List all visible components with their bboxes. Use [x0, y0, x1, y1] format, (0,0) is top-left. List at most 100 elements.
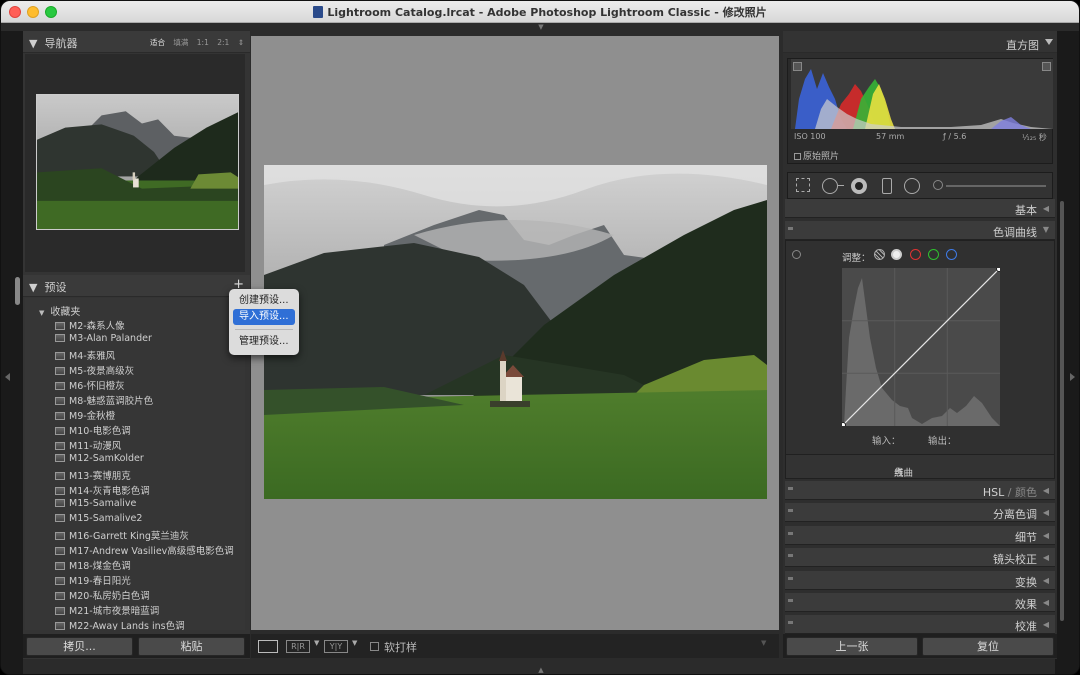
shadow-clipping-icon[interactable]	[793, 62, 802, 71]
section-transform[interactable]: 变换 ◀	[785, 571, 1055, 590]
zoom-stepper-icon[interactable]: ⇕	[238, 38, 244, 47]
hsl-toggle-icon[interactable]	[788, 487, 793, 490]
soft-proof-checkbox[interactable]	[370, 642, 379, 651]
effects-toggle-icon[interactable]	[788, 599, 793, 602]
spot-removal-icon[interactable]	[822, 178, 838, 194]
section-effects[interactable]: 效果 ◀	[785, 593, 1055, 612]
red-eye-icon[interactable]	[851, 178, 867, 194]
section-lens-correction[interactable]: 镜头校正 ◀	[785, 548, 1055, 567]
brush-tool-icon[interactable]	[933, 180, 943, 190]
preset-item[interactable]: M6-怀旧橙灰	[55, 378, 125, 392]
toolbar-menu-chevron-icon[interactable]: ▼	[761, 639, 766, 647]
left-scrollbar[interactable]	[15, 277, 20, 305]
zoom-fill[interactable]: 填满	[173, 38, 188, 47]
preset-item-label: M11-动漫风	[69, 441, 122, 452]
preset-item[interactable]: M11-动漫风	[55, 438, 121, 452]
presets-header[interactable]: ▼ 预设 +	[23, 275, 250, 297]
hsl-title[interactable]: HSL	[983, 486, 1004, 499]
detail-toggle-icon[interactable]	[788, 532, 793, 535]
previous-button[interactable]: 上一张	[786, 637, 918, 656]
preset-item[interactable]: M14-灰青电影色调	[55, 483, 150, 497]
calibration-toggle-icon[interactable]	[788, 621, 793, 624]
main-image-area[interactable]	[251, 36, 779, 630]
tone-curve-toggle-icon[interactable]	[788, 227, 793, 230]
preset-item[interactable]: M5-夜景高级灰	[55, 363, 134, 377]
preset-item[interactable]: M10-电影色调	[55, 423, 131, 437]
reset-button[interactable]: 复位	[922, 637, 1054, 656]
radial-filter-icon[interactable]	[904, 178, 920, 194]
blue-channel-icon[interactable]	[946, 249, 957, 260]
preset-item[interactable]: M3-Alan Palander	[55, 333, 152, 344]
parametric-curve-icon[interactable]	[874, 249, 885, 260]
rr-chevron-down-icon[interactable]: ▼	[314, 639, 319, 647]
histogram[interactable]: ISO 100 57 mm ƒ / 5.6 ¹⁄₁₂₅ 秒 原始照片	[787, 58, 1053, 164]
lens-toggle-icon[interactable]	[788, 554, 793, 557]
zoom-fit[interactable]: 适合	[150, 38, 165, 47]
section-basic[interactable]: 基本 ◀	[785, 199, 1055, 218]
right-collapse-icon[interactable]	[1070, 373, 1075, 381]
favorites-folder[interactable]: ▼ 收藏夹	[39, 303, 80, 318]
highlight-clipping-icon[interactable]	[1042, 62, 1051, 71]
preset-item[interactable]: M9-金秋橙	[55, 408, 115, 422]
preset-item[interactable]: M12-SamKolder	[55, 453, 144, 464]
preset-item[interactable]: M4-素雅风	[55, 348, 115, 362]
histogram-collapse-icon[interactable]	[1045, 39, 1053, 45]
section-detail[interactable]: 细节 ◀	[785, 526, 1055, 545]
zoom-1-1[interactable]: 1:1	[197, 38, 209, 47]
zoom-2-1[interactable]: 2:1	[217, 38, 229, 47]
copy-settings-button[interactable]: 拷贝...	[26, 637, 133, 656]
graduated-filter-icon[interactable]	[882, 178, 892, 194]
histogram-header[interactable]: 直方图	[783, 31, 1057, 53]
navigator-header[interactable]: ▼ 导航器 适合 填满 1:1 2:1 ⇕	[23, 31, 250, 53]
tool-strip	[787, 172, 1053, 199]
curve-graph[interactable]	[840, 266, 1002, 428]
hsl-color-title[interactable]: 颜色	[1015, 486, 1037, 499]
preset-item[interactable]: M19-春日阳光	[55, 573, 131, 587]
main-photo[interactable]	[264, 165, 767, 499]
rgb-channel-icon[interactable]	[891, 249, 902, 260]
basic-title: 基本	[1015, 204, 1037, 217]
preset-item[interactable]: M21-城市夜景暗蓝调	[55, 603, 159, 617]
green-channel-icon[interactable]	[928, 249, 939, 260]
left-panel-edge[interactable]	[1, 31, 23, 674]
red-channel-icon[interactable]	[910, 249, 921, 260]
preset-item-label: M17-Andrew Vasiliev高级感电影色调	[69, 546, 234, 557]
manage-presets-item[interactable]: 管理预设...	[233, 334, 295, 350]
right-scrollbar[interactable]	[1060, 201, 1064, 621]
section-tone-curve[interactable]: 色调曲线 ▼	[785, 221, 1055, 240]
create-preset-item[interactable]: 创建预设...	[233, 293, 295, 309]
preset-item[interactable]: M8-魅惑蓝调胶片色	[55, 393, 153, 407]
navigator-preview[interactable]	[25, 54, 245, 272]
preset-item[interactable]: M15-Samalive	[55, 498, 136, 509]
top-panel-toggle-icon[interactable]: ▼	[535, 24, 547, 31]
crop-tool-icon[interactable]	[796, 178, 810, 192]
navigator-thumbnail[interactable]	[36, 94, 239, 230]
yy-chevron-down-icon[interactable]: ▼	[352, 639, 357, 647]
transform-toggle-icon[interactable]	[788, 577, 793, 580]
section-calibration[interactable]: 校准 ◀	[785, 615, 1055, 634]
paste-settings-button[interactable]: 粘贴	[138, 637, 245, 656]
left-collapse-icon[interactable]	[5, 373, 10, 381]
section-hsl[interactable]: HSL / 颜色 ◀	[785, 481, 1055, 500]
before-after-yy-button[interactable]: Y|Y	[324, 640, 348, 653]
right-panel-edge[interactable]	[1055, 31, 1079, 674]
loupe-view-icon[interactable]	[258, 640, 278, 653]
effects-collapse-icon: ◀	[1042, 598, 1049, 607]
preset-file-icon	[55, 592, 65, 600]
section-split-toning[interactable]: 分离色调 ◀	[785, 503, 1055, 522]
preset-item[interactable]: M18-煤金色调	[55, 558, 131, 572]
point-curve-caret-icon[interactable]: ÷	[894, 465, 902, 476]
preset-item[interactable]: M13-赛博朋克	[55, 468, 131, 482]
preset-item[interactable]: M22-Away Lands ins色调	[55, 618, 185, 630]
preset-item[interactable]: M16-Garrett King莫兰迪灰	[55, 528, 189, 542]
import-preset-item[interactable]: 导入预设...	[233, 309, 295, 325]
preset-item[interactable]: M17-Andrew Vasiliev高级感电影色调	[55, 543, 234, 557]
target-adjust-icon[interactable]	[792, 250, 801, 259]
bottom-panel-toggle-icon[interactable]: ▲	[535, 667, 547, 674]
split-toning-toggle-icon[interactable]	[788, 509, 793, 512]
preset-item[interactable]: M15-Samalive2	[55, 513, 142, 524]
brush-slider[interactable]	[946, 185, 1046, 187]
preset-item[interactable]: M2-森系人像	[55, 318, 125, 332]
before-after-rr-button[interactable]: R|R	[286, 640, 310, 653]
preset-item[interactable]: M20-私房奶白色调	[55, 588, 150, 602]
